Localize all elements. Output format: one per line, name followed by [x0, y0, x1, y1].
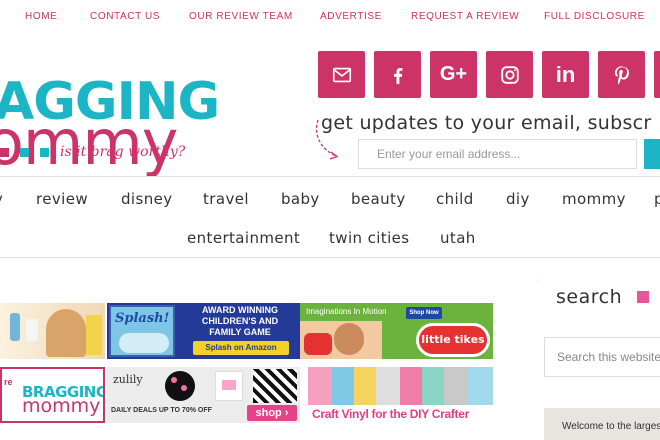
- category-link-travel[interactable]: travel: [203, 190, 249, 208]
- category-link-partial[interactable]: y: [0, 190, 3, 208]
- category-link-entertainment[interactable]: entertainment: [187, 229, 300, 247]
- category-link-beauty[interactable]: beauty: [351, 190, 406, 208]
- child-photo-image: [300, 321, 382, 359]
- google-plus-label: G+: [439, 63, 468, 85]
- logo-text-mommy: ommy: [0, 106, 178, 179]
- nav-link-request-a-review[interactable]: REQUEST A REVIEW: [411, 11, 519, 22]
- top-nav: HOME CONTACT US OUR REVIEW TEAM ADVERTIS…: [0, 0, 660, 34]
- ad-banner-splash-game[interactable]: Splash! AWARD WINNING CHILDREN'S AND FAM…: [107, 303, 300, 359]
- google-plus-icon[interactable]: G+: [430, 51, 477, 98]
- category-link-partial-right[interactable]: p: [654, 190, 660, 208]
- ad-banner-zulily[interactable]: zulily DAILY DEALS UP TO 70% OFF shop ›: [107, 367, 300, 423]
- product-bottle-image: [26, 319, 38, 341]
- nav-link-home[interactable]: HOME: [25, 11, 57, 22]
- splash-title: Splash!: [115, 311, 170, 326]
- bragging-mommy-ad-logo-mommy: mommy: [22, 395, 101, 417]
- email-field[interactable]: [358, 139, 637, 169]
- social-icon-partial[interactable]: [654, 51, 660, 98]
- littletikes-shop-button[interactable]: Shop Now: [406, 307, 442, 319]
- littletikes-headline: Imaginations In Motion: [306, 307, 387, 316]
- category-link-review[interactable]: review: [36, 190, 88, 208]
- person-image: [46, 309, 86, 357]
- ad-banner-products[interactable]: [0, 303, 105, 359]
- facebook-icon[interactable]: [374, 51, 421, 98]
- newsletter-heading: get updates to your email, subscr: [321, 112, 652, 134]
- curved-arrow-icon: [315, 119, 339, 160]
- splash-amazon-button[interactable]: Splash on Amazon: [193, 341, 289, 355]
- category-link-mommy[interactable]: mommy: [562, 190, 626, 208]
- linkedin-icon[interactable]: in: [542, 51, 589, 98]
- linkedin-label: in: [555, 61, 576, 87]
- sidebar-welcome-box: Welcome to the larges: [544, 408, 660, 440]
- instagram-icon[interactable]: [486, 51, 533, 98]
- craft-vinyl-text: Craft Vinyl for the DIY Crafter: [312, 407, 469, 421]
- category-link-disney[interactable]: disney: [121, 190, 173, 208]
- category-link-baby[interactable]: baby: [281, 190, 320, 208]
- category-link-utah[interactable]: utah: [440, 229, 476, 247]
- bragging-mommy-ad-prefix: re: [4, 377, 13, 387]
- logo-tagline: is it brag worthy?: [60, 144, 186, 160]
- category-link-diy[interactable]: diy: [506, 190, 530, 208]
- ad-banner-bragging-mommy[interactable]: re BRAGGING mommy: [0, 367, 105, 423]
- zulily-deal-text: DAILY DEALS UP TO 70% OFF: [111, 407, 212, 414]
- zulily-shop-button[interactable]: shop ›: [247, 405, 297, 421]
- sidebar-search-input[interactable]: [544, 337, 660, 377]
- category-nav: y review disney travel baby beauty child…: [0, 176, 660, 258]
- vinyl-swatches-image: [308, 367, 493, 405]
- pinterest-icon[interactable]: [598, 51, 645, 98]
- splash-award-text: AWARD WINNING CHILDREN'S AND FAMILY GAME: [201, 305, 279, 337]
- sidebar-title-square: [637, 291, 649, 303]
- nav-link-contact-us[interactable]: CONTACT US: [90, 11, 160, 22]
- category-link-twin-cities[interactable]: twin cities: [329, 229, 410, 247]
- subscribe-button[interactable]: [644, 139, 660, 169]
- shirt-image: [215, 371, 243, 401]
- zebra-dress-image: [253, 369, 297, 403]
- nav-link-full-disclosure[interactable]: FULL DISCLOSURE: [544, 11, 645, 22]
- category-link-child[interactable]: child: [436, 190, 474, 208]
- product-bottle-image: [10, 313, 20, 341]
- person-clothing-image: [86, 315, 102, 355]
- littletikes-logo: little tikes: [416, 323, 490, 357]
- ad-banner-craft-vinyl[interactable]: Craft Vinyl for the DIY Crafter: [308, 367, 493, 423]
- sidebar-search-title: search: [556, 286, 623, 308]
- zulily-logo: zulily: [113, 373, 143, 386]
- nav-link-our-review-team[interactable]: OUR REVIEW TEAM: [189, 11, 293, 22]
- dress-image: [165, 371, 195, 401]
- ad-banner-little-tikes[interactable]: Imaginations In Motion Shop Now little t…: [300, 303, 493, 359]
- nav-link-advertise[interactable]: ADVERTISE: [320, 11, 382, 22]
- email-icon[interactable]: [318, 51, 365, 98]
- splash-game-box-image: Splash!: [109, 305, 175, 357]
